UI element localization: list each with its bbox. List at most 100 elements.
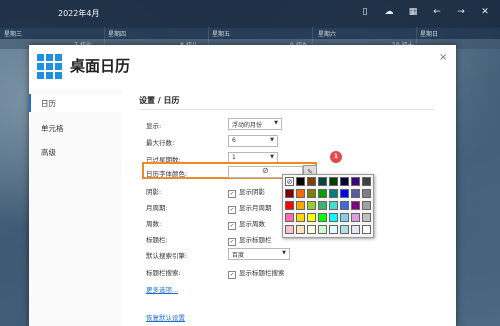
weekday-label: 星期日	[420, 31, 439, 38]
weekday-label: 星期四	[108, 31, 127, 38]
color-swatch[interactable]	[307, 213, 316, 222]
section-heading: 设置 / 日历	[139, 96, 180, 105]
arrow-left-icon[interactable]: ←	[430, 5, 444, 19]
settings-sidebar: 日历 单元格 高级	[29, 89, 122, 326]
weekday-header: 星期三 星期四 星期五 星期六 星期日	[0, 27, 500, 39]
color-swatch[interactable]	[362, 213, 371, 222]
search-engine-select[interactable]: 百度 ▼	[228, 248, 290, 260]
month-week-label: 月周期:	[146, 204, 168, 212]
color-swatch[interactable]	[296, 189, 305, 198]
color-swatch[interactable]	[318, 177, 327, 186]
phone-icon[interactable]: ▯	[358, 5, 372, 19]
color-swatch[interactable]	[362, 177, 371, 186]
color-swatch[interactable]	[351, 177, 360, 186]
chevron-down-icon: ▼	[270, 137, 274, 143]
shadow-label: 阴影:	[146, 188, 162, 196]
sidebar-item-label: 日历	[41, 99, 56, 108]
title-search-checkbox-label: 显示标题栏搜索	[239, 269, 285, 277]
color-swatch[interactable]	[329, 225, 338, 234]
color-swatch[interactable]	[329, 189, 338, 198]
color-swatch[interactable]	[362, 225, 371, 234]
search-engine-select-value: 百度	[232, 252, 245, 259]
cloud-icon[interactable]: ☁	[382, 5, 396, 19]
checkbox-checked-icon: ✓	[228, 206, 236, 214]
color-swatch[interactable]	[318, 213, 327, 222]
color-swatch[interactable]	[296, 201, 305, 210]
title-bar-label: 标题栏:	[146, 236, 168, 244]
restore-defaults-link[interactable]: 恢复默认设置	[146, 312, 185, 322]
color-swatch[interactable]	[318, 225, 327, 234]
no-color-swatch[interactable]: ⊘	[285, 177, 294, 186]
title-bar-checkbox[interactable]: ✓ 显示标题栏	[228, 234, 272, 246]
title-bar-checkbox-label: 显示标题栏	[239, 236, 272, 244]
color-swatch[interactable]	[318, 189, 327, 198]
week-num-checkbox[interactable]: ✓ 显示周数	[228, 218, 265, 230]
color-swatch[interactable]	[296, 213, 305, 222]
app-logo-icon	[37, 54, 63, 80]
color-swatch[interactable]	[307, 177, 316, 186]
week-num-checkbox-label: 显示周数	[239, 220, 265, 228]
color-swatch[interactable]	[340, 225, 349, 234]
max-rows-select-value: 6	[232, 137, 236, 144]
calendar-month-label: 2022年4月	[58, 9, 100, 18]
color-swatch[interactable]	[340, 213, 349, 222]
dialog-header: 桌面日历 ×	[29, 45, 456, 89]
color-palette-popup: ⊘	[282, 174, 374, 238]
color-swatch[interactable]	[318, 201, 327, 210]
color-swatch[interactable]	[329, 213, 338, 222]
color-swatch[interactable]	[340, 201, 349, 210]
checkbox-checked-icon: ✓	[228, 238, 236, 246]
month-week-checkbox-label: 显示月周期	[239, 204, 272, 212]
dialog-close-icon[interactable]: ×	[439, 53, 449, 63]
color-swatch[interactable]	[285, 225, 294, 234]
title-search-checkbox[interactable]: ✓ 显示标题栏搜索	[228, 267, 285, 279]
font-color-label: 日历字体颜色:	[146, 170, 188, 178]
color-swatch[interactable]	[307, 201, 316, 210]
shadow-checkbox-label: 显示阴影	[239, 188, 265, 196]
weekday-label: 星期三	[4, 31, 23, 38]
topbar-icons: ▯ ☁ ▦ ← → ✕	[358, 5, 492, 19]
sidebar-item-cells[interactable]: 单元格	[29, 119, 122, 137]
shadow-checkbox[interactable]: ✓ 显示阴影	[228, 186, 265, 198]
settings-dialog: 桌面日历 × 日历 单元格 高级 设置 / 日历 显示: 浮动的月份 ▼ 最大行…	[29, 45, 456, 326]
weekday-label: 星期六	[318, 31, 337, 38]
more-options-link[interactable]: 更多选项...	[146, 284, 178, 294]
step-badge: 1	[330, 151, 342, 163]
sidebar-item-label: 单元格	[41, 124, 64, 133]
weekday-label: 星期五	[212, 31, 231, 38]
color-swatch[interactable]	[285, 201, 294, 210]
color-swatch[interactable]	[296, 225, 305, 234]
sidebar-item-label: 高级	[41, 148, 56, 157]
max-rows-select[interactable]: 6 ▼	[228, 135, 278, 147]
display-select[interactable]: 浮动的月份 ▼	[228, 118, 282, 130]
color-swatch[interactable]	[351, 189, 360, 198]
color-swatch[interactable]	[285, 189, 294, 198]
dialog-title: 桌面日历	[70, 57, 131, 75]
color-swatch[interactable]	[296, 177, 305, 186]
color-swatch[interactable]	[329, 177, 338, 186]
color-swatch[interactable]	[351, 213, 360, 222]
sidebar-item-advanced[interactable]: 高级	[29, 143, 122, 161]
calendar-icon[interactable]: ▦	[406, 5, 420, 19]
heading-divider	[139, 109, 434, 110]
color-swatch[interactable]	[340, 177, 349, 186]
checkbox-checked-icon: ✓	[228, 222, 236, 230]
color-swatch[interactable]	[307, 225, 316, 234]
color-swatch[interactable]	[285, 213, 294, 222]
chevron-down-icon: ▼	[274, 120, 278, 126]
color-swatch[interactable]	[340, 189, 349, 198]
color-swatch[interactable]	[351, 201, 360, 210]
close-icon[interactable]: ✕	[478, 5, 492, 19]
color-swatch[interactable]	[307, 189, 316, 198]
color-swatch[interactable]	[362, 201, 371, 210]
sidebar-item-calendar[interactable]: 日历	[29, 94, 122, 112]
color-swatch[interactable]	[351, 225, 360, 234]
arrow-right-icon[interactable]: →	[454, 5, 468, 19]
month-week-checkbox[interactable]: ✓ 显示月周期	[228, 202, 272, 214]
search-engine-label: 默认搜索引擎:	[146, 252, 188, 260]
display-label: 显示:	[146, 122, 162, 130]
title-search-label: 标题栏搜索:	[146, 269, 181, 277]
no-color-icon: ⊘	[262, 166, 269, 175]
color-swatch[interactable]	[329, 201, 338, 210]
color-swatch[interactable]	[362, 189, 371, 198]
